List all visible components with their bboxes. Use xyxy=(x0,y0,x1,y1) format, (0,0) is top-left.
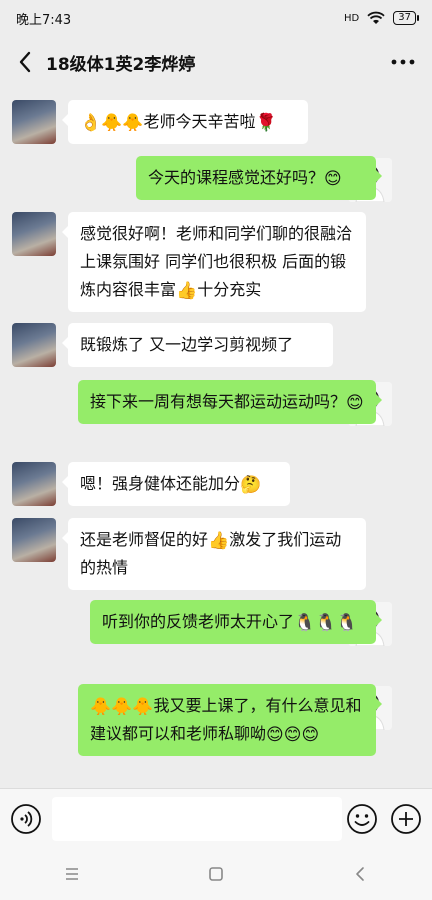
message-text: 听到你的反馈老师太开心了 xyxy=(102,612,295,631)
message-bubble[interactable]: 听到你的反馈老师太开心了🐧🐧🐧 xyxy=(90,600,382,644)
recents-button[interactable] xyxy=(52,854,92,894)
more-dots-icon xyxy=(391,59,415,65)
back-button[interactable] xyxy=(12,49,38,75)
more-button[interactable] xyxy=(386,49,420,75)
voice-button[interactable] xyxy=(10,803,42,835)
signal-label: HD xyxy=(344,12,360,24)
emoji-smile-icon: 😊 xyxy=(346,392,364,413)
emoji-thinking-icon: 🤔 xyxy=(240,474,262,495)
message-list[interactable]: 👌🐥🐥老师今天辛苦啦🌹 今天的课程感觉还好吗？😊 感觉很好啊！老师和同学们聊的很… xyxy=(0,88,432,788)
menu-icon xyxy=(66,868,78,880)
message-text: 今天的课程感觉还好吗？ xyxy=(148,168,325,187)
system-back-button[interactable] xyxy=(340,854,380,894)
avatar[interactable] xyxy=(12,462,56,506)
message-text: 嗯！强身健体还能加分 xyxy=(80,474,241,493)
emoji-smile-icon: 😊 xyxy=(283,724,302,745)
battery-icon: 37 xyxy=(393,11,419,25)
status-icons: HD 37 xyxy=(344,11,419,25)
emoji-penguin-icon: 🐧 xyxy=(336,612,358,633)
back-triangle-icon xyxy=(356,867,364,881)
emoji-smile-icon: 😊 xyxy=(301,724,320,745)
message-bubble[interactable]: 既锻炼了 又一边学习剪视频了 xyxy=(62,323,333,367)
emoji-thumbs-up-icon: 👍 xyxy=(176,280,198,301)
avatar[interactable] xyxy=(12,212,56,256)
emoji-chick-icon: 🐥 xyxy=(101,112,123,133)
emoji-penguin-icon: 🐧 xyxy=(294,612,316,633)
message-bubble[interactable]: 今天的课程感觉还好吗？😊 xyxy=(136,156,382,200)
status-bar: 晚上7:43 HD 37 xyxy=(0,0,432,36)
avatar[interactable] xyxy=(12,518,56,562)
emoji-chick-icon: 🐥 xyxy=(90,696,112,717)
emoji-smile-icon: 😊 xyxy=(266,724,284,745)
status-time: 晚上7:43 xyxy=(16,12,72,28)
message-bubble[interactable]: 接下来一周有想每天都运动运动吗？😊 xyxy=(78,380,382,424)
message-text: 既锻炼了 又一边学习剪视频了 xyxy=(80,335,294,354)
avatar[interactable] xyxy=(12,323,56,367)
system-nav-bar xyxy=(0,848,432,900)
avatar[interactable] xyxy=(12,100,56,144)
chevron-left-icon xyxy=(19,51,31,73)
home-square-icon xyxy=(209,867,223,881)
message-bubble[interactable]: 🐥🐥🐥我又要上课了，有什么意见和建议都可以和老师私聊呦😊😊😊 xyxy=(78,684,382,756)
emoji-icon xyxy=(347,804,377,834)
emoji-penguin-icon: 🐧 xyxy=(315,612,337,633)
message-bubble[interactable]: 嗯！强身健体还能加分🤔 xyxy=(62,462,290,506)
wifi-icon xyxy=(367,11,385,24)
emoji-chick-icon: 🐥 xyxy=(111,696,133,717)
message-bubble[interactable]: 感觉很好啊！老师和同学们聊的很融洽 上课氛围好 同学们也很积极 后面的锻炼内容很… xyxy=(62,212,366,312)
message-input[interactable] xyxy=(52,797,342,841)
message-text: 还是老师督促的好 xyxy=(80,530,209,549)
message-text-tail: 十分充实 xyxy=(197,280,262,299)
chat-header: 18级体1英2李烨婷 xyxy=(0,36,432,88)
more-plus-button[interactable] xyxy=(390,803,422,835)
voice-icon xyxy=(11,804,41,834)
emoji-button[interactable] xyxy=(346,803,378,835)
emoji-rose-icon: 🌹 xyxy=(255,112,277,133)
chat-title: 18级体1英2李烨婷 xyxy=(46,54,196,75)
emoji-chick-icon: 🐥 xyxy=(122,112,144,133)
message-text: 接下来一周有想每天都运动运动吗？ xyxy=(90,392,347,411)
home-button[interactable] xyxy=(196,854,236,894)
emoji-chick-icon: 🐥 xyxy=(132,696,154,717)
message-bubble[interactable]: 还是老师督促的好👍激发了我们运动的热情 xyxy=(62,518,366,590)
emoji-smile-icon: 😊 xyxy=(324,168,342,189)
input-bar xyxy=(0,788,432,848)
emoji-thumbs-up-icon: 👍 xyxy=(208,530,230,551)
message-bubble[interactable]: 👌🐥🐥老师今天辛苦啦🌹 xyxy=(62,100,308,144)
plus-icon xyxy=(391,804,421,834)
message-text: 老师今天辛苦啦 xyxy=(143,112,256,131)
emoji-ok-icon: 👌 xyxy=(80,112,102,133)
